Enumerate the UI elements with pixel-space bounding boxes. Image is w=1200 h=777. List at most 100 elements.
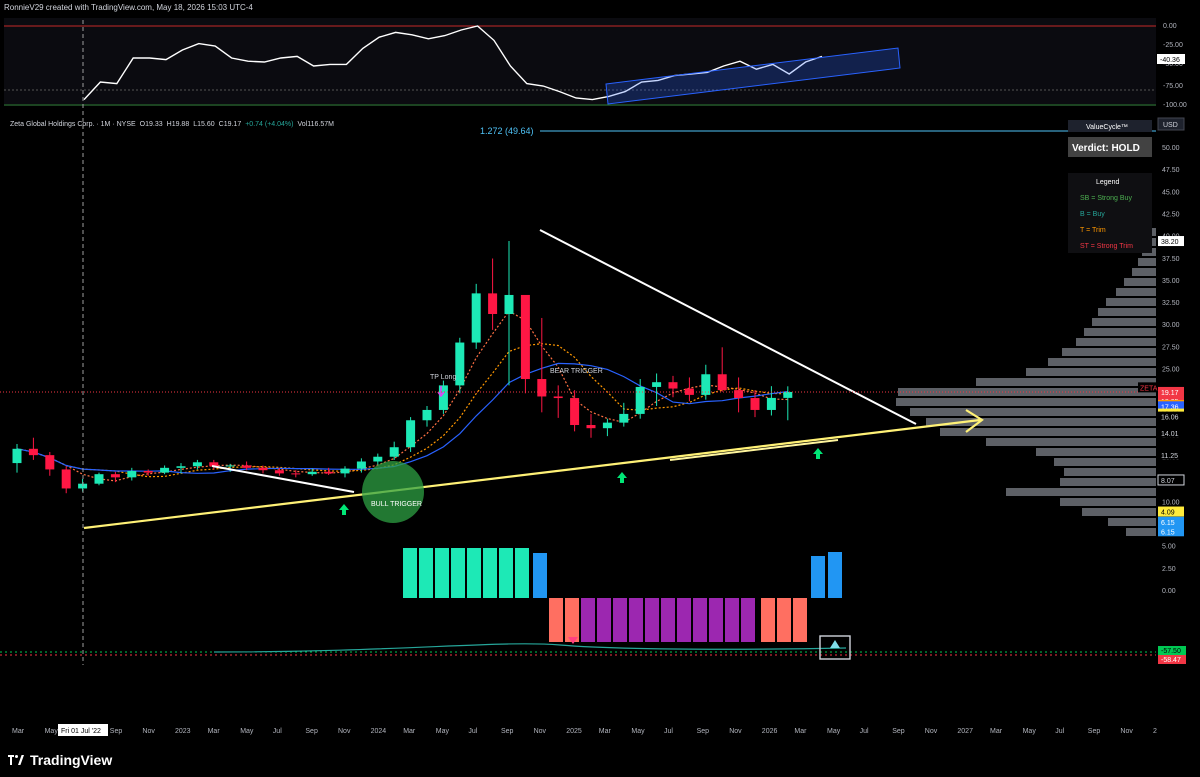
symbol-low: L15.60 <box>193 121 215 128</box>
candle-body <box>61 469 71 489</box>
volume-profile-bar <box>1026 368 1156 376</box>
candle-body <box>635 386 645 414</box>
price-tag-text: 16.06 <box>1161 415 1179 422</box>
indicator-last-value: -40.36 <box>1160 57 1180 64</box>
currency-label: USD <box>1163 122 1178 129</box>
brand-name: TradingView <box>30 752 113 768</box>
volume-profile-bar <box>1116 288 1156 296</box>
candle-body <box>537 379 547 397</box>
volume-profile-bar <box>1060 498 1156 506</box>
candle-body <box>406 420 416 448</box>
descending-trendline <box>539 229 917 425</box>
price-panel: Zeta Global Holdings Corp. · 1M · NYSE O1… <box>0 20 1156 665</box>
candle-body <box>389 447 399 457</box>
volume-profile-bar <box>1138 258 1156 266</box>
volume-profile-bar <box>1092 318 1156 326</box>
chart-canvas[interactable]: 0.00-25.00-50.00-75.00-100.00-40.36 Zeta… <box>0 0 1200 740</box>
legend-item: T = Trim <box>1080 227 1106 234</box>
volume-profile-bar <box>986 438 1156 446</box>
x-axis-tick: 2024 <box>371 728 387 735</box>
legend-item: SB = Strong Buy <box>1080 195 1132 202</box>
indicator-panel: 0.00-25.00-50.00-75.00-100.00-40.36 <box>4 18 1187 109</box>
price-y-tick: 45.00 <box>1162 189 1180 196</box>
volume-profile-bar <box>1132 268 1156 276</box>
price-y-tick: 42.50 <box>1162 211 1180 218</box>
legend-item: ST = Strong Trim <box>1080 243 1133 250</box>
candle-body <box>340 468 350 474</box>
candle-body <box>110 474 120 478</box>
price-tag-text: 6.15 <box>1161 529 1175 536</box>
histogram-panel <box>0 548 1156 660</box>
histogram-bar-positive <box>828 552 842 598</box>
axes: 50.0047.5045.0042.5040.0037.5035.0032.50… <box>12 117 1186 736</box>
x-axis-tick: Fri 01 Jul '22 <box>61 728 101 735</box>
x-axis-tick: Mar <box>403 728 416 735</box>
histogram-bar-negative <box>793 598 807 642</box>
tradingview-logo[interactable]: TradingView <box>8 752 112 768</box>
x-axis-tick: Jul <box>273 728 282 735</box>
oscillator-tag-text: -57.50 <box>1161 648 1181 655</box>
histogram-bar-positive <box>467 548 481 598</box>
candle-body <box>28 448 38 456</box>
x-axis-tick: May <box>45 728 59 735</box>
buy-signal-arrow-icon <box>617 472 627 483</box>
symbol-volume: Vol116.57M <box>297 121 334 128</box>
x-axis-tick: Sep <box>501 728 514 735</box>
price-y-tick: 25.00 <box>1162 367 1180 374</box>
x-axis-tick: 2027 <box>957 728 973 735</box>
symbol-tag-text: ZETA <box>1140 385 1158 392</box>
price-y-tick: 50.00 <box>1162 145 1180 152</box>
symbol-name: Zeta Global Holdings Corp. · 1M · NYSE <box>10 121 136 128</box>
price-y-tick: 30.00 <box>1162 322 1180 329</box>
price-y-tick: 2.50 <box>1162 566 1176 573</box>
volume-profile-bar <box>910 408 1156 416</box>
candle-body <box>258 467 268 471</box>
volume-profile-bar <box>1098 308 1156 316</box>
price-tag-text: 14.01 <box>1161 431 1179 438</box>
candle-body <box>176 466 186 468</box>
price-tag-text: 4.09 <box>1161 510 1175 517</box>
volume-profile-bar <box>976 378 1156 386</box>
x-axis-tick: Sep <box>697 728 710 735</box>
x-axis-tick: May <box>240 728 254 735</box>
histogram-bar-positive <box>435 548 449 598</box>
x-axis-tick: Nov <box>1120 728 1133 735</box>
candle-body <box>274 470 284 474</box>
x-axis-tick: May <box>631 728 645 735</box>
support-line <box>669 439 839 461</box>
verdict-text: Verdict: HOLD <box>1072 143 1140 154</box>
legend-title: Legend <box>1096 179 1119 186</box>
histogram-bar-positive <box>499 548 513 598</box>
symbol-close: C19.17 <box>219 121 242 128</box>
histogram-bar-positive <box>483 548 497 598</box>
candle-body <box>570 398 580 426</box>
x-axis-tick: May <box>436 728 450 735</box>
x-axis-tick: Nov <box>925 728 938 735</box>
candle-body <box>750 398 760 410</box>
price-tag-text: 11.25 <box>1161 453 1178 460</box>
x-axis-tick: May <box>1023 728 1037 735</box>
volume-profile-bar <box>1126 528 1156 536</box>
volume-profile-bar <box>1082 508 1156 516</box>
oscillator-line <box>213 643 847 653</box>
price-y-tick: 10.00 <box>1162 499 1180 506</box>
candle-body <box>586 425 596 429</box>
histogram-bar-negative <box>725 598 739 642</box>
price-y-tick: 0.00 <box>1162 588 1176 595</box>
price-y-tick: 35.00 <box>1162 278 1180 285</box>
ma-fast <box>16 310 788 482</box>
histogram-bar-negative <box>613 598 627 642</box>
candle-body <box>684 388 694 395</box>
x-axis-tick: May <box>827 728 841 735</box>
x-axis-tick: Sep <box>305 728 318 735</box>
price-y-tick: 5.00 <box>1162 544 1176 551</box>
histogram-bar-negative <box>777 598 791 642</box>
bull-trigger-label: BULL TRIGGER <box>371 501 422 508</box>
x-axis-tick: 2025 <box>566 728 582 735</box>
volume-profile-bar <box>1106 298 1156 306</box>
signal-up-icon <box>830 640 840 648</box>
x-axis-tick: Sep <box>892 728 905 735</box>
indicator-y-tick: -75.00 <box>1163 83 1183 90</box>
x-axis-tick: Mar <box>990 728 1003 735</box>
histogram-bar-positive <box>515 548 529 598</box>
